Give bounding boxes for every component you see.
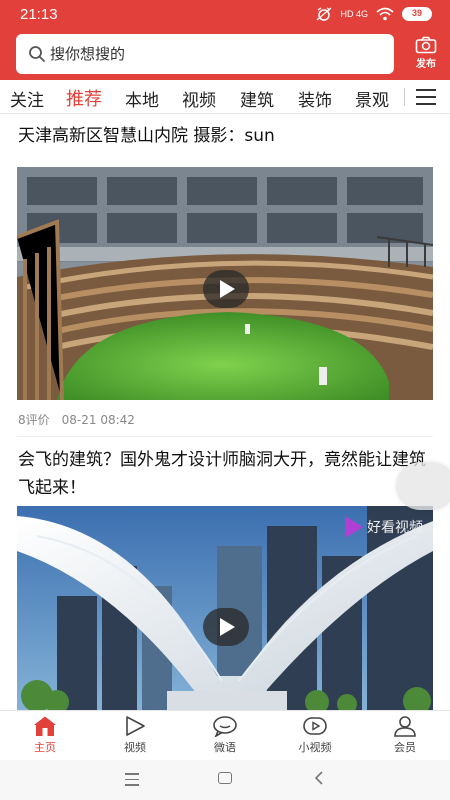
video-thumbnail-winged-building[interactable]: 好看视频 <box>17 506 433 710</box>
network-indicator: HD 4G <box>340 8 368 19</box>
status-time: 21:13 <box>20 6 58 23</box>
video-thumbnail-courtyard[interactable] <box>17 167 433 400</box>
tab-architecture[interactable]: 建筑 <box>240 86 274 111</box>
news-feed: 天津高新区智慧山内院 摄影：sun 8评价 08-21 08:42 会飞的建筑？… <box>0 114 450 710</box>
nav-label: 会员 <box>394 741 416 754</box>
tabs-menu-icon[interactable] <box>416 89 436 105</box>
app-header: 21:13 HD 4G 39 发布 <box>0 0 450 80</box>
publish-time: 08-21 08:42 <box>61 413 135 427</box>
tab-follow[interactable]: 关注 <box>10 86 44 111</box>
play-button[interactable] <box>203 608 249 646</box>
publish-button[interactable]: 发布 <box>406 36 446 74</box>
nav-micro[interactable]: 微语 <box>195 715 255 755</box>
camera-icon <box>415 36 437 54</box>
nav-label: 视频 <box>124 741 146 754</box>
tab-decoration[interactable]: 装饰 <box>298 86 332 111</box>
nav-label: 主页 <box>34 741 56 754</box>
feed-item-title[interactable]: 天津高新区智慧山内院 摄影：sun <box>18 122 432 150</box>
nav-label: 微语 <box>214 741 236 754</box>
video-watermark: 好看视频 <box>345 516 423 538</box>
recent-apps-icon[interactable] <box>125 773 139 790</box>
nav-mini-video[interactable]: 小视频 <box>285 715 345 755</box>
user-icon <box>394 716 416 737</box>
chat-icon <box>213 716 237 737</box>
comment-count: 8评价 <box>18 413 50 427</box>
tab-recommended[interactable]: 推荐 <box>66 85 102 111</box>
feed-item-meta: 8评价 08-21 08:42 <box>18 411 135 428</box>
status-bar: 21:13 HD 4G 39 <box>0 0 450 30</box>
watermark-text: 好看视频 <box>367 520 423 536</box>
play-button[interactable] <box>203 270 249 308</box>
floating-bubble[interactable] <box>396 462 450 510</box>
nav-home[interactable]: 主页 <box>15 715 75 755</box>
nav-label: 小视频 <box>298 741 332 754</box>
publish-label: 发布 <box>416 59 436 70</box>
search-icon <box>29 46 45 62</box>
mini-video-icon <box>303 717 327 735</box>
search-input[interactable] <box>50 42 380 66</box>
battery-indicator: 39 <box>402 7 432 21</box>
category-tabs: 关注 推荐 本地 视频 建筑 装饰 景观 <box>0 80 450 114</box>
search-bar[interactable] <box>16 34 394 74</box>
wifi-icon <box>376 7 394 21</box>
status-icons: HD 4G 39 <box>316 7 432 21</box>
home-icon <box>34 716 56 736</box>
system-navigation-bar <box>0 760 450 800</box>
bottom-navigation: 主页 视频 微语 小视频 会员 <box>0 710 450 760</box>
alarm-icon <box>317 7 332 21</box>
haokan-logo-icon <box>345 516 363 538</box>
tabs-divider <box>404 88 405 106</box>
tab-landscape[interactable]: 景观 <box>355 86 389 111</box>
system-back-icon[interactable] <box>313 770 325 786</box>
play-icon <box>126 716 145 736</box>
nav-member[interactable]: 会员 <box>375 715 435 755</box>
nav-video[interactable]: 视频 <box>105 715 165 755</box>
tab-local[interactable]: 本地 <box>125 86 159 111</box>
feed-item-title[interactable]: 会飞的建筑？国外鬼才设计师脑洞大开，竟然能让建筑飞起来！ <box>18 446 432 502</box>
feed-separator <box>17 436 433 437</box>
system-home-icon[interactable] <box>218 772 232 784</box>
tab-video[interactable]: 视频 <box>182 86 216 111</box>
